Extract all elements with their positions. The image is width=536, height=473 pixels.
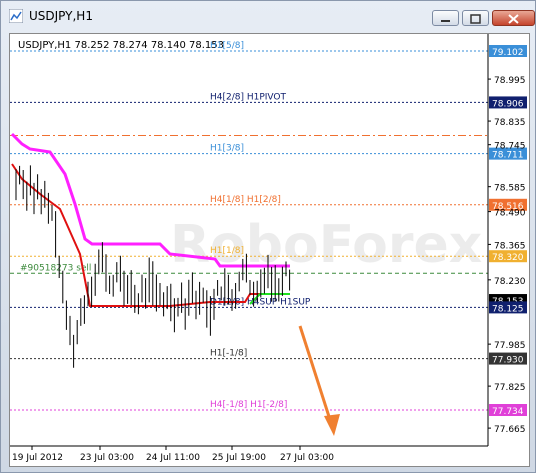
y-tick-label: 78.585 [494,184,526,194]
watermark: RoboForex [170,215,482,275]
price-tag-label: 77.930 [492,356,524,366]
forecast-arrow [298,325,334,427]
y-tick-label: 77.665 [494,425,526,435]
level-label: H1[3/8] [210,144,244,154]
window-title: USDJPY,H1 [29,9,93,23]
y-tick-label: 78.745 [494,142,526,152]
close-button[interactable] [492,10,535,26]
x-tick-label: 25 Jul 19:00 [212,453,266,463]
minimize-button[interactable] [432,10,459,26]
y-tick-label: 78.230 [494,277,526,287]
y-tick-label: 78.995 [494,76,526,86]
close-icon [508,14,519,24]
price-tag-label: 78.711 [492,151,524,161]
y-tick-label: 77.825 [494,383,526,393]
level-label: H1[-1/8] [210,349,247,359]
chart-window: USDJPY,H1 RoboForex USDJPY,H1 78.252 78.… [0,0,536,473]
level-label: H4[2/8] H1PIVOT [210,92,287,102]
x-tick-label: 24 Jul 11:00 [146,453,200,463]
y-tick-label: 77.985 [494,341,526,351]
y-tick-label: 78.365 [494,241,526,251]
price-tag-label: 79.102 [492,48,524,58]
title-bar[interactable]: USDJPY,H1 [1,1,536,31]
maximize-button[interactable] [462,10,489,26]
x-tick-label: 27 Jul 03:00 [280,453,334,463]
price-tag-label: 77.734 [492,407,524,417]
x-tick-label: 19 Jul 2012 [12,453,63,463]
minimize-icon [441,20,450,22]
price-tag-label: 78.125 [492,304,524,314]
y-tick-label: 78.835 [494,118,526,128]
level-label: H4[1/8] H1[2/8] [210,195,281,205]
chart-area[interactable]: RoboForex USDJPY,H1 78.252 78.274 78.140… [9,33,530,467]
y-tick-label: 78.490 [494,209,526,219]
chart-app-icon [9,9,23,23]
x-tick-label: 23 Jul 03:00 [80,453,134,463]
maximize-icon [470,14,481,24]
price-chart[interactable]: RoboForex USDJPY,H1 78.252 78.274 78.140… [10,34,529,466]
level-label: H4[-1/8] H1[-2/8] [210,400,287,410]
level-label: H1[1/8] [210,246,244,256]
level-label: #90518273 sell [20,263,91,273]
forecast-arrowhead [324,414,340,436]
level-label: H1[5/8] [210,41,244,51]
symbol-header: USDJPY,H1 78.252 78.274 78.140 78.153 [18,40,224,51]
price-tag-label: 78.320 [492,253,524,263]
price-tag-label: 78.906 [492,99,524,109]
